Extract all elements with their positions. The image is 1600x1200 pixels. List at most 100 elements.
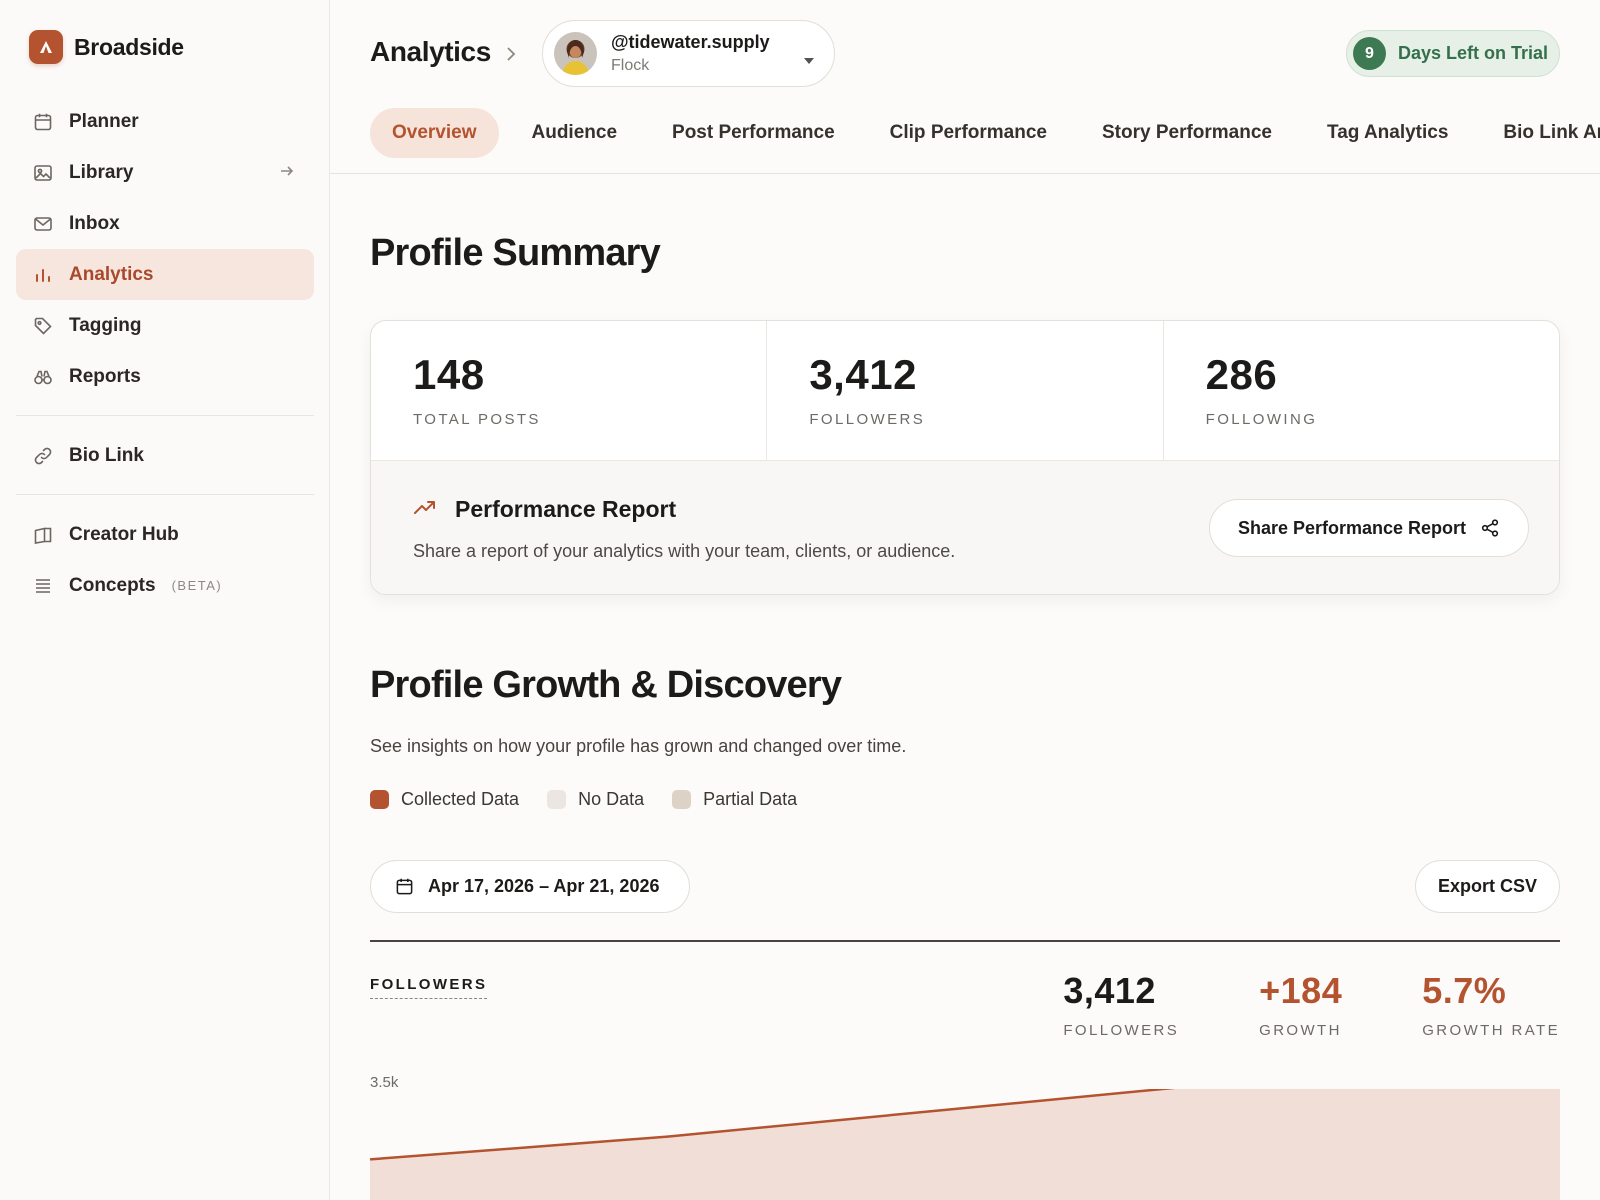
sidebar-item-label: Analytics [69,263,154,285]
trial-days-count: 9 [1353,37,1386,70]
metric-value: 5.7% [1422,970,1507,1011]
tag-icon [32,315,54,337]
performance-report-description: Share a report of your analytics with yo… [413,541,956,561]
stat-value: 148 [413,351,485,398]
sidebar-divider [16,415,314,416]
sidebar-item-label: Reports [69,365,141,387]
legend-no-data: No Data [547,789,644,810]
caret-down-icon [804,51,814,69]
legend-partial: Partial Data [672,789,797,810]
sidebar-item-bio-link[interactable]: Bio Link [16,430,314,481]
data-legend: Collected Data No Data Partial Data [370,789,825,810]
tab-tag-analytics[interactable]: Tag Analytics [1305,108,1470,158]
followers-area-chart [370,1089,1560,1200]
share-button-label: Share Performance Report [1237,517,1467,538]
tab-overview[interactable]: Overview [370,108,499,158]
trending-up-icon [413,499,437,522]
page-title: Analytics [370,36,491,67]
sidebar-item-label: Inbox [69,212,120,234]
analytics-tabs: Overview Audience Post Performance Clip … [370,108,1600,158]
calendar-icon [396,878,413,895]
profile-growth-title: Profile Growth & Discovery [370,664,842,706]
profile-summary-title: Profile Summary [370,232,661,274]
sidebar-item-library[interactable]: Library [16,147,314,198]
sidebar-item-planner[interactable]: Planner [16,96,314,147]
metric-title[interactable]: FOLLOWERS [370,976,488,999]
header: Analytics @tidewater.supply Flock 9 Days… [330,0,1600,174]
sidebar-divider [16,494,314,495]
brand-name: Broadside [74,33,184,60]
stat-label: TOTAL POSTS [413,411,541,428]
metric-growth-rate: 5.7% GROWTH RATE [1422,970,1560,1039]
growth-metrics: 3,412 FOLLOWERS +184 GROWTH 5.7% GROWTH … [983,970,1560,1039]
mail-icon [32,213,54,235]
metric-label: FOLLOWERS [1063,1022,1180,1039]
performance-report-title: Performance Report [455,496,677,522]
tab-bio-link-analytics[interactable]: Bio Link Anal [1481,108,1600,158]
metric-followers: 3,412 FOLLOWERS [1063,970,1179,1039]
tab-story-performance[interactable]: Story Performance [1080,108,1294,158]
stat-following: 286 FOLLOWING [1164,321,1559,460]
share-icon [1481,519,1499,537]
sidebar-nav: Planner Library Inbox Analytics Tagging … [16,96,314,611]
metric-label: GROWTH RATE [1422,1022,1560,1039]
date-range-label: Apr 17, 2026 – Apr 21, 2026 [428,876,660,896]
stat-value: 286 [1205,351,1278,398]
book-icon [32,524,54,546]
account-handle: @tidewater.supply [611,32,770,52]
trial-label: Days Left on Trial [1398,43,1549,63]
section-rule [370,940,1560,942]
legend-swatch [547,790,567,809]
date-range-picker[interactable]: Apr 17, 2026 – Apr 21, 2026 [370,860,690,913]
legend-collected: Collected Data [370,789,519,810]
performance-report: Performance Report Share a report of you… [371,461,1559,594]
brand-logo-icon [29,30,63,64]
metric-growth: +184 GROWTH [1259,970,1342,1039]
stat-followers: 3,412 FOLLOWERS [767,321,1164,460]
sidebar-item-creator-hub[interactable]: Creator Hub [16,509,314,560]
stat-total-posts: 148 TOTAL POSTS [371,321,768,460]
legend-swatch [672,790,692,809]
share-performance-report-button[interactable]: Share Performance Report [1209,499,1529,557]
profile-growth-subtitle: See insights on how your profile has gro… [370,736,907,756]
link-icon [32,445,54,467]
arrow-right-icon[interactable] [278,162,296,185]
legend-swatch [370,790,389,809]
export-csv-button[interactable]: Export CSV [1415,860,1560,913]
profile-summary-card: 148 TOTAL POSTS 3,412 FOLLOWERS 286 FOLL… [370,320,1560,595]
stat-value: 3,412 [809,351,917,398]
tab-post-performance[interactable]: Post Performance [650,108,857,158]
sidebar-item-label: Planner [69,110,139,132]
sidebar-item-reports[interactable]: Reports [16,351,314,402]
bar-chart-icon [32,264,54,286]
sidebar-item-label: Creator Hub [69,523,179,545]
binoculars-icon [32,366,54,388]
sidebar-item-inbox[interactable]: Inbox [16,198,314,249]
sidebar-item-label: Library [69,161,134,183]
account-switcher[interactable]: @tidewater.supply Flock [542,20,835,87]
calendar-icon [32,111,54,133]
tab-audience[interactable]: Audience [510,108,640,158]
metric-value: 3,412 [1063,970,1156,1011]
legend-label: Collected Data [401,789,520,809]
sidebar-item-label: Bio Link [69,444,144,466]
legend-label: No Data [578,789,645,809]
sidebar-item-concepts[interactable]: Concepts (BETA) [16,560,314,611]
trial-badge[interactable]: 9 Days Left on Trial [1346,30,1560,77]
sidebar-item-analytics[interactable]: Analytics [16,249,314,300]
list-icon [32,575,54,597]
stat-label: FOLLOWERS [809,411,926,428]
avatar [554,32,597,75]
tab-clip-performance[interactable]: Clip Performance [868,108,1069,158]
sidebar: Broadside Planner Library Inbox Analytic… [0,0,330,1200]
sidebar-item-tagging[interactable]: Tagging [16,300,314,351]
image-icon [32,162,54,184]
chevron-right-icon [504,44,518,69]
sidebar-item-label: Tagging [69,314,142,336]
sidebar-item-label: Concepts [69,574,156,596]
account-subtitle: Flock [611,57,650,74]
beta-badge: (BETA) [171,578,223,593]
legend-label: Partial Data [703,789,798,809]
brand[interactable]: Broadside [29,30,184,64]
stat-label: FOLLOWING [1205,411,1318,428]
